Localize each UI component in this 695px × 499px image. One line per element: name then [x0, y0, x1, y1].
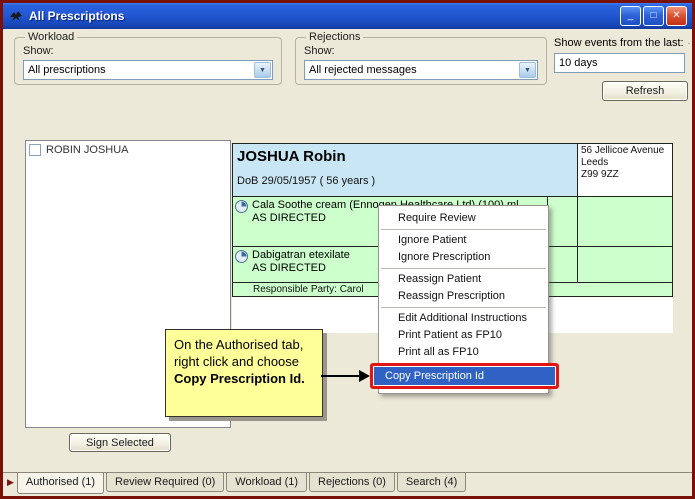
callout-text: On the Authorised tab, right click and c…: [174, 337, 303, 369]
events-filter: Show events from the last: 10 days: [554, 37, 690, 73]
tab-bar: ▶ Authorised (1) Review Required (0) Wor…: [3, 472, 692, 496]
rejections-show-label: Show:: [304, 45, 538, 57]
prescription-status-icon: [235, 249, 252, 280]
events-days-value: 10 days: [559, 57, 598, 69]
chevron-down-icon[interactable]: ▼: [254, 62, 271, 78]
patient-dob: DoB 29/05/1957 ( 56 years ): [237, 175, 573, 187]
patient-header-row: JOSHUA Robin DoB 29/05/1957 ( 56 years )…: [233, 144, 672, 196]
patient-list-item[interactable]: ROBIN JOSHUA: [29, 144, 227, 156]
window-title: All Prescriptions: [29, 9, 124, 23]
workload-show-select[interactable]: All prescriptions ▼: [23, 60, 273, 80]
tab-workload[interactable]: Workload (1): [226, 473, 307, 492]
prescription-cell: [577, 197, 672, 246]
menu-separator: [381, 229, 546, 230]
events-days-input[interactable]: 10 days: [554, 53, 685, 73]
menu-item-ignore-patient[interactable]: Ignore Patient: [379, 232, 548, 249]
workload-show-value: All prescriptions: [28, 64, 106, 76]
patient-header: JOSHUA Robin DoB 29/05/1957 ( 56 years ): [233, 144, 577, 196]
events-rule: [688, 43, 690, 44]
tab-authorised[interactable]: Authorised (1): [17, 473, 104, 494]
menu-separator: [381, 307, 546, 308]
context-menu: Require Review Ignore Patient Ignore Pre…: [378, 205, 549, 394]
tab-review-required[interactable]: Review Required (0): [106, 473, 224, 492]
events-label: Show events from the last:: [554, 37, 684, 49]
address-line: Z99 9ZZ: [581, 169, 669, 181]
sign-selected-button[interactable]: Sign Selected: [69, 433, 171, 452]
client-area: Workload Show: All prescriptions ▼ Rejec…: [3, 29, 692, 496]
prescription-cell: [577, 247, 672, 282]
callout-arrow: [321, 368, 371, 384]
app-icon: [8, 8, 24, 24]
window-controls: _ □ ✕: [620, 6, 687, 26]
rejections-show-value: All rejected messages: [309, 64, 417, 76]
prescription-cell: [547, 197, 577, 246]
workload-show-label: Show:: [23, 45, 273, 57]
instruction-callout: On the Authorised tab, right click and c…: [165, 329, 323, 417]
callout-bold-text: Copy Prescription Id.: [174, 371, 305, 386]
address-line: 56 Jellicoe Avenue: [581, 145, 669, 157]
refresh-button[interactable]: Refresh: [602, 81, 688, 101]
patient-name: JOSHUA Robin: [237, 148, 573, 165]
rejections-groupbox: Rejections Show: All rejected messages ▼: [295, 31, 547, 85]
chevron-down-icon[interactable]: ▼: [519, 62, 536, 78]
menu-item-reassign-patient[interactable]: Reassign Patient: [379, 271, 548, 288]
tab-rejections[interactable]: Rejections (0): [309, 473, 395, 492]
prescription-status-icon: [235, 199, 252, 244]
menu-item-ignore-prescription[interactable]: Ignore Prescription: [379, 249, 548, 266]
minimize-button[interactable]: _: [620, 6, 641, 26]
rejections-show-select[interactable]: All rejected messages ▼: [304, 60, 538, 80]
rejections-group-label: Rejections: [306, 31, 363, 43]
menu-item-reassign-prescription[interactable]: Reassign Prescription: [379, 288, 548, 305]
patient-checkbox[interactable]: [29, 144, 41, 156]
titlebar: All Prescriptions _ □ ✕: [3, 3, 692, 29]
workload-groupbox: Workload Show: All prescriptions ▼: [14, 31, 282, 85]
prescription-cell: [547, 247, 577, 282]
patient-checkbox-label: ROBIN JOSHUA: [46, 144, 129, 156]
menu-separator: [381, 268, 546, 269]
menu-item-print-patient-as-fp10[interactable]: Print Patient as FP10: [379, 327, 548, 344]
close-button[interactable]: ✕: [666, 6, 687, 26]
tab-scroll-marker-icon[interactable]: ▶: [7, 477, 14, 488]
highlight-box: Copy Prescription Id: [370, 363, 559, 389]
menu-item-print-all-as-fp10[interactable]: Print all as FP10: [379, 344, 548, 361]
menu-item-copy-prescription-id[interactable]: Copy Prescription Id: [374, 367, 555, 385]
menu-item-require-review[interactable]: Require Review: [379, 210, 548, 227]
menu-item-edit-additional-instructions[interactable]: Edit Additional Instructions: [379, 310, 548, 327]
patient-address: 56 Jellicoe Avenue Leeds Z99 9ZZ: [577, 144, 672, 196]
maximize-button[interactable]: □: [643, 6, 664, 26]
window: All Prescriptions _ □ ✕ Workload Show: A…: [0, 0, 695, 499]
workload-group-label: Workload: [25, 31, 77, 43]
tab-search[interactable]: Search (4): [397, 473, 466, 492]
address-line: Leeds: [581, 157, 669, 169]
